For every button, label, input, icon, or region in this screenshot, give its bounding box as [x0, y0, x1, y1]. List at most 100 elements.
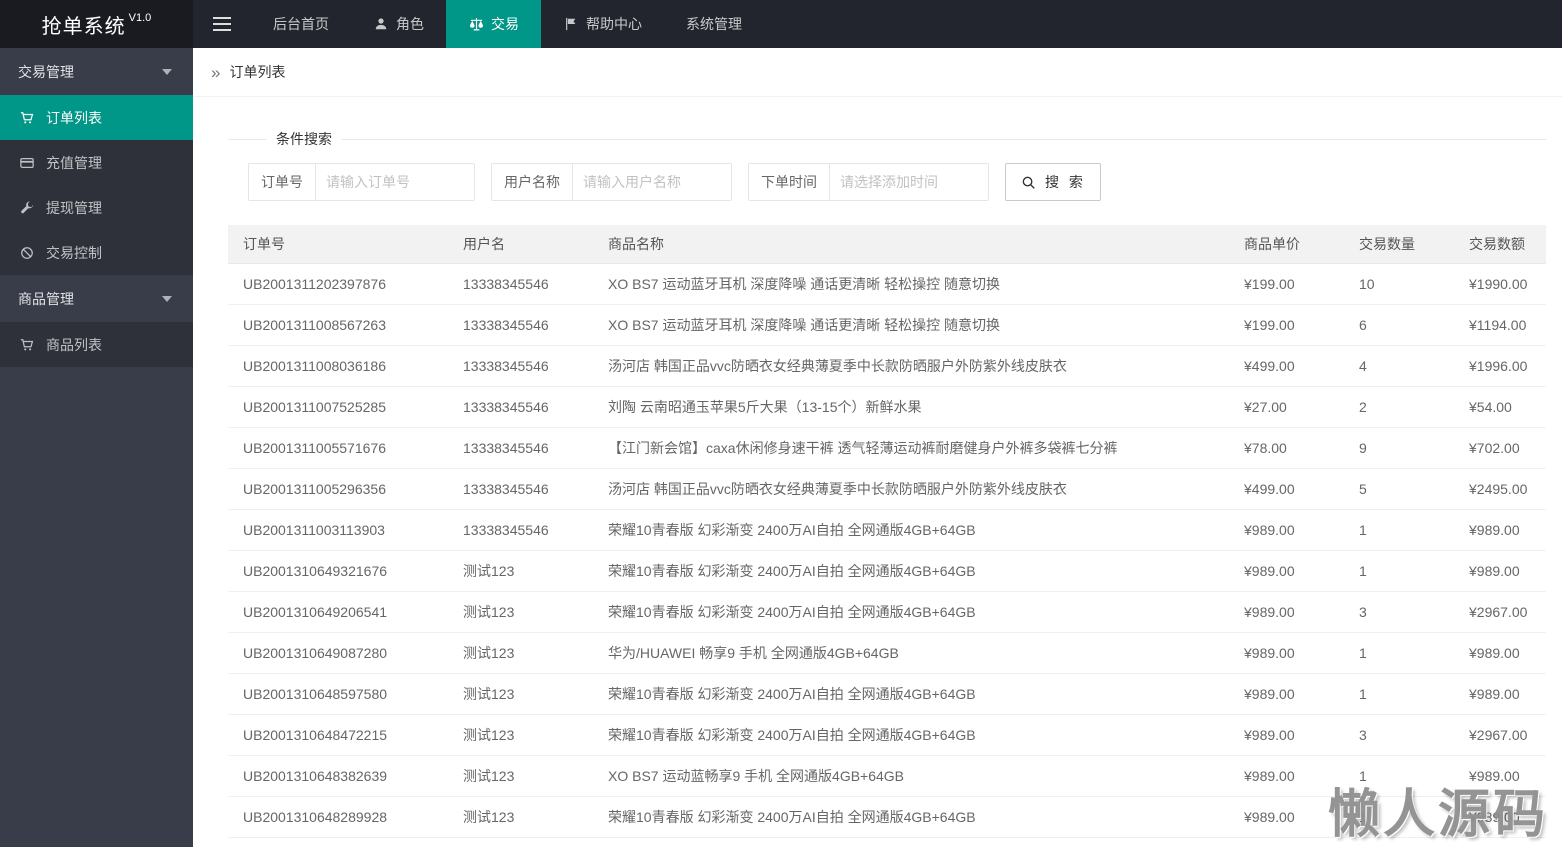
- order-no-cell: UB2001311007525285: [228, 386, 448, 428]
- sidebar-item-trade-control[interactable]: 交易控制: [0, 230, 193, 275]
- amount-cell: ¥702.00: [1454, 427, 1546, 469]
- order-no-cell: UB2001311005296356: [228, 468, 448, 510]
- content-area: 条件搜索 订单号 用户名称 下单时间 搜 索: [193, 97, 1562, 847]
- nav-item-label: 帮助中心: [586, 16, 642, 32]
- nav-item-label: 系统管理: [686, 16, 742, 32]
- quantity-cell: 3: [1344, 837, 1454, 847]
- unit-price-cell: ¥989.00: [1229, 673, 1344, 715]
- username-cell: 13338345546: [448, 509, 593, 551]
- table-row: UB2001311202397876 13338345546 XO BS7 运动…: [228, 263, 1546, 305]
- app-version: V1.0: [128, 12, 152, 24]
- sidebar-item-label: 提现管理: [46, 199, 102, 216]
- amount-cell: ¥1990.00: [1454, 263, 1546, 305]
- table-row: UB2001311008567263 13338345546 XO BS7 运动…: [228, 304, 1546, 346]
- product-name-cell: 汤河店 韩国正品vvc防晒衣女经典薄夏季中长款防晒服户外防紫外线皮肤衣: [593, 345, 1229, 387]
- nav-item-trade[interactable]: 交易: [446, 0, 541, 48]
- sidebar-section-product-management[interactable]: 商品管理: [0, 275, 193, 322]
- quantity-cell: 1: [1344, 755, 1454, 797]
- order-no-cell: UB2001311005571676: [228, 427, 448, 469]
- menu-toggle-icon[interactable]: [193, 0, 251, 48]
- sidebar-item-recharge-management[interactable]: 充值管理: [0, 140, 193, 185]
- amount-cell: ¥989.00: [1454, 796, 1546, 838]
- search-fieldset: 条件搜索 订单号 用户名称 下单时间 搜 索: [228, 129, 1546, 201]
- username-input[interactable]: [573, 164, 731, 200]
- search-icon: [1020, 175, 1036, 190]
- unit-price-cell: ¥199.00: [1229, 263, 1344, 305]
- search-form: 订单号 用户名称 下单时间 搜 索: [248, 163, 1546, 201]
- sidebar-item-withdraw-management[interactable]: 提现管理: [0, 185, 193, 230]
- order-no-cell: UB2001310648289928: [228, 796, 448, 838]
- amount-cell: ¥2495.00: [1454, 468, 1546, 510]
- order-time-input[interactable]: [830, 164, 988, 200]
- amount-cell: ¥1194.00: [1454, 304, 1546, 346]
- amount-cell: ¥989.00: [1454, 632, 1546, 674]
- order-no-cell: UB2001310648472215: [228, 714, 448, 756]
- sidebar-item-product-list[interactable]: 商品列表: [0, 322, 193, 367]
- breadcrumb-current: 订单列表: [229, 64, 286, 80]
- product-name-cell: XO BS7 运动蓝牙耳机 深度降噪 通话更清晰 轻松操控 随意切换: [593, 263, 1229, 305]
- order-no-field-group: 订单号: [248, 163, 475, 201]
- order-no-cell: UB2001311008567263: [228, 304, 448, 346]
- scales-icon: [468, 17, 484, 32]
- product-name-cell: 荣耀10青春版 幻彩渐变 2400万AI自拍 全网通版4GB+64GB: [593, 673, 1229, 715]
- unit-price-cell: ¥989.00: [1229, 755, 1344, 797]
- username-cell: 13338345546: [448, 427, 593, 469]
- nav-item-label: 交易: [491, 16, 519, 32]
- username-cell: 测试123: [448, 550, 593, 592]
- quantity-cell: 1: [1344, 632, 1454, 674]
- unit-price-cell: ¥78.00: [1229, 427, 1344, 469]
- order-no-cell: UB2001311003113903: [228, 509, 448, 551]
- unit-price-cell: ¥27.00: [1229, 386, 1344, 428]
- quantity-cell: 9: [1344, 427, 1454, 469]
- quantity-cell: 1: [1344, 509, 1454, 551]
- breadcrumb: » 订单列表: [193, 48, 1562, 97]
- nav-item-role[interactable]: 角色: [351, 0, 446, 48]
- product-name-cell: 华为/HUAWEI 畅享9 手机 全网通版4GB+64GB: [593, 632, 1229, 674]
- user-icon: [373, 17, 389, 31]
- card-icon: [19, 156, 35, 170]
- nav-item-label: 后台首页: [273, 16, 329, 32]
- order-no-input[interactable]: [316, 164, 474, 200]
- col-header-product-name: 商品名称: [593, 225, 1229, 264]
- quantity-cell: 1: [1344, 796, 1454, 838]
- order-table-body: UB2001311202397876 13338345546 XO BS7 运动…: [228, 263, 1546, 847]
- quantity-cell: 3: [1344, 591, 1454, 633]
- search-button[interactable]: 搜 索: [1005, 163, 1101, 201]
- username-cell: 测试123: [448, 591, 593, 633]
- table-row: UB2001311005571676 13338345546 【江门新会馆】ca…: [228, 427, 1546, 469]
- sidebar-item-label: 订单列表: [46, 109, 102, 126]
- table-row: UB2001310648382639 测试123 XO BS7 运动蓝畅享9 手…: [228, 755, 1546, 797]
- product-name-cell: XO BS7 运动蓝牙耳机 深度降噪 通话更清晰 轻松操控 随意切换: [593, 304, 1229, 346]
- table-row: UB2001310648289928 测试123 荣耀10青春版 幻彩渐变 24…: [228, 796, 1546, 838]
- unit-price-cell: ¥989.00: [1229, 837, 1344, 847]
- flag-icon: [563, 17, 579, 31]
- sidebar-section-label: 商品管理: [18, 290, 74, 307]
- chevron-down-icon: [159, 68, 175, 75]
- product-name-cell: 荣耀10青春版 幻彩渐变 2400万AI自拍 全网通版4GB+64GB: [593, 591, 1229, 633]
- table-row: UB2001310649321676 测试123 荣耀10青春版 幻彩渐变 24…: [228, 550, 1546, 592]
- col-header-username: 用户名: [448, 225, 593, 264]
- quantity-cell: 3: [1344, 714, 1454, 756]
- chevron-down-icon: [159, 295, 175, 302]
- cart-icon: [19, 338, 35, 352]
- top-nav: 后台首页 角色 交易 帮助中心 系统管理: [251, 0, 764, 48]
- table-row: UB2001310649087280 测试123 华为/HUAWEI 畅享9 手…: [228, 632, 1546, 674]
- nav-item-home[interactable]: 后台首页: [251, 0, 351, 48]
- username-cell: 13338345546: [448, 345, 593, 387]
- product-name-cell: 荣耀10青春版 幻彩渐变 2400万AI自拍 全网通版4GB+64GB: [593, 796, 1229, 838]
- username-cell: 测试123: [448, 837, 593, 847]
- product-name-cell: 荣耀10青春版 幻彩渐变 2400万AI自拍 全网通版4GB+64GB: [593, 837, 1229, 847]
- amount-cell: ¥54.00: [1454, 386, 1546, 428]
- sidebar-item-order-list[interactable]: 订单列表: [0, 95, 193, 140]
- amount-cell: ¥989.00: [1454, 755, 1546, 797]
- username-cell: 测试123: [448, 755, 593, 797]
- sidebar-section-trade-management[interactable]: 交易管理: [0, 48, 193, 95]
- table-row: UB2001310648597580 测试123 荣耀10青春版 幻彩渐变 24…: [228, 673, 1546, 715]
- nav-item-system[interactable]: 系统管理: [664, 0, 764, 48]
- table-row: UB2001311008036186 13338345546 汤河店 韩国正品v…: [228, 345, 1546, 387]
- order-no-cell: UB2001310649087280: [228, 632, 448, 674]
- username-cell: 13338345546: [448, 263, 593, 305]
- order-no-label: 订单号: [249, 164, 316, 200]
- unit-price-cell: ¥989.00: [1229, 591, 1344, 633]
- nav-item-help[interactable]: 帮助中心: [541, 0, 664, 48]
